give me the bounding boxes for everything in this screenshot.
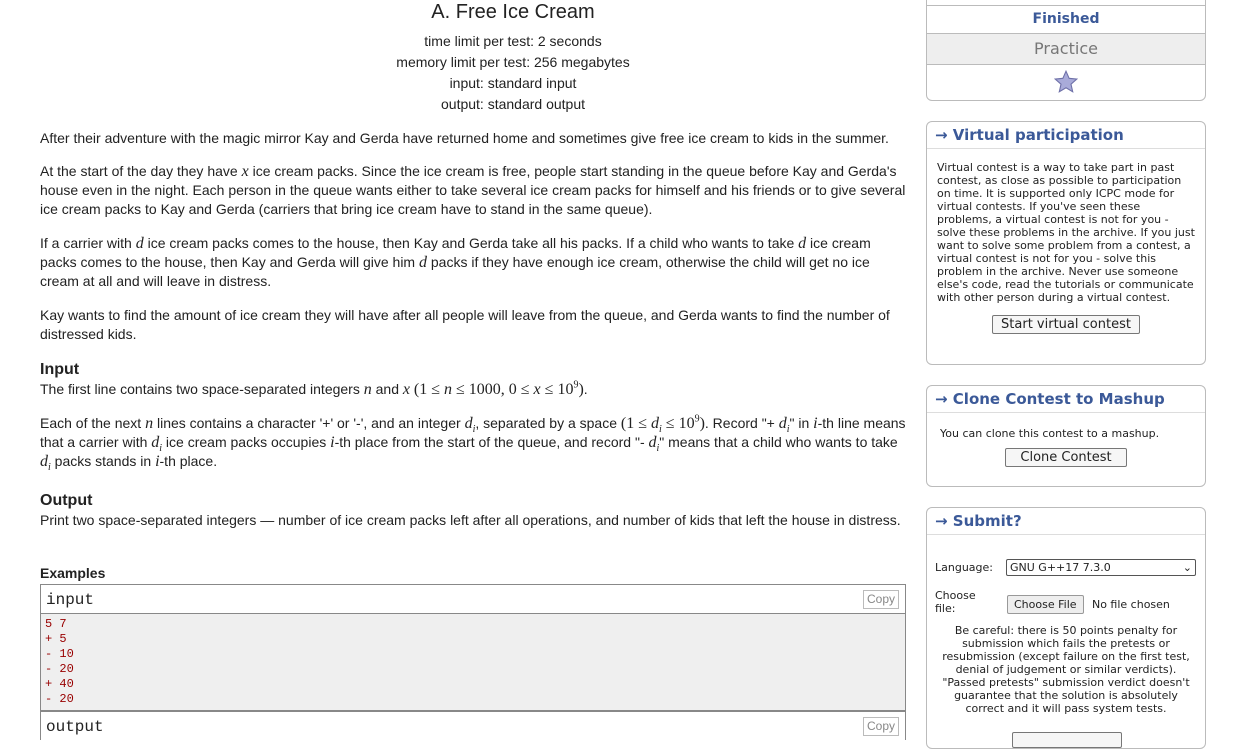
example-input-line: 5 7 [45, 617, 67, 631]
example-input-line: - 10 [45, 647, 74, 661]
output-paragraph: Print two space-separated integers — num… [40, 512, 901, 528]
example-input-line: - 20 [45, 692, 74, 706]
input-paragraph-2: Each of the next n lines contains a char… [40, 413, 906, 474]
problem-title: A. Free Ice Cream [431, 1, 595, 23]
language-label: Language: [935, 561, 993, 574]
input-section-title: Input [40, 361, 80, 378]
example-input-line: + 40 [45, 677, 74, 691]
choose-file-label: Choose file: [935, 589, 976, 615]
clone-contest-box: → Clone Contest to Mashup You can clone … [926, 385, 1206, 487]
virtual-participation-box: → Virtual participation Virtual contest … [926, 121, 1206, 365]
legend-paragraph-2: At the start of the day they have x ice … [40, 163, 906, 217]
input-paragraph-1: The first line contains two space-separa… [40, 379, 588, 398]
submit-button[interactable] [1012, 732, 1122, 748]
clone-contest-text: You can clone this contest to a mashup. [940, 427, 1160, 440]
memory-limit: memory limit per test: 256 megabytes [396, 54, 630, 70]
virtual-participation-text: Virtual contest is a way to take part in… [937, 161, 1195, 304]
example-input-label: input [46, 591, 95, 609]
contest-status: Finished [927, 6, 1205, 34]
chevron-down-icon: ⌄ [1182, 561, 1192, 574]
output-section-title: Output [40, 492, 93, 509]
example-output-label: output [46, 718, 104, 736]
language-value: GNU G++17 7.3.0 [1010, 561, 1111, 574]
file-status: No file chosen [1091, 598, 1170, 611]
penalty-warning: Be careful: there is 50 points penalty f… [942, 624, 1190, 715]
contest-status-box: Finished Practice [926, 0, 1206, 101]
input-file: input: standard input [449, 75, 577, 91]
start-virtual-contest-button[interactable]: Start virtual contest [992, 315, 1140, 334]
language-select[interactable]: GNU G++17 7.3.0 ⌄ [1006, 559, 1196, 576]
contest-mode: Practice [927, 34, 1205, 65]
example-input-content: 5 7 + 5- 10- 20 + 40- 20 [41, 614, 905, 710]
legend-paragraph-3: If a carrier with d ice cream packs come… [40, 235, 871, 289]
copy-input-button[interactable]: Copy [863, 590, 899, 609]
example-input-line: + 5 [45, 632, 67, 646]
output-file: output: standard output [441, 96, 585, 112]
example-input-line: - 20 [45, 662, 74, 676]
time-limit: time limit per test: 2 seconds [424, 33, 602, 49]
legend-paragraph-1: After their adventure with the magic mir… [40, 130, 889, 146]
favourite-star[interactable] [927, 65, 1205, 101]
star-icon[interactable] [1053, 69, 1079, 95]
choose-file-button[interactable]: Choose File [1007, 595, 1084, 614]
legend-paragraph-4: Kay wants to find the amount of ice crea… [40, 307, 890, 342]
copy-output-button[interactable]: Copy [863, 717, 899, 736]
clone-contest-caption: → Clone Contest to Mashup [927, 386, 1205, 413]
example-input-box: input Copy 5 7 + 5- 10- 20 + 40- 20 [40, 584, 906, 711]
submit-caption: → Submit? [927, 508, 1205, 535]
examples-title: Examples [40, 565, 106, 581]
virtual-participation-caption: → Virtual participation [927, 122, 1205, 149]
clone-contest-button[interactable]: Clone Contest [1005, 448, 1127, 467]
submit-box: → Submit? Language: GNU G++17 7.3.0 ⌄ Ch… [926, 507, 1206, 749]
